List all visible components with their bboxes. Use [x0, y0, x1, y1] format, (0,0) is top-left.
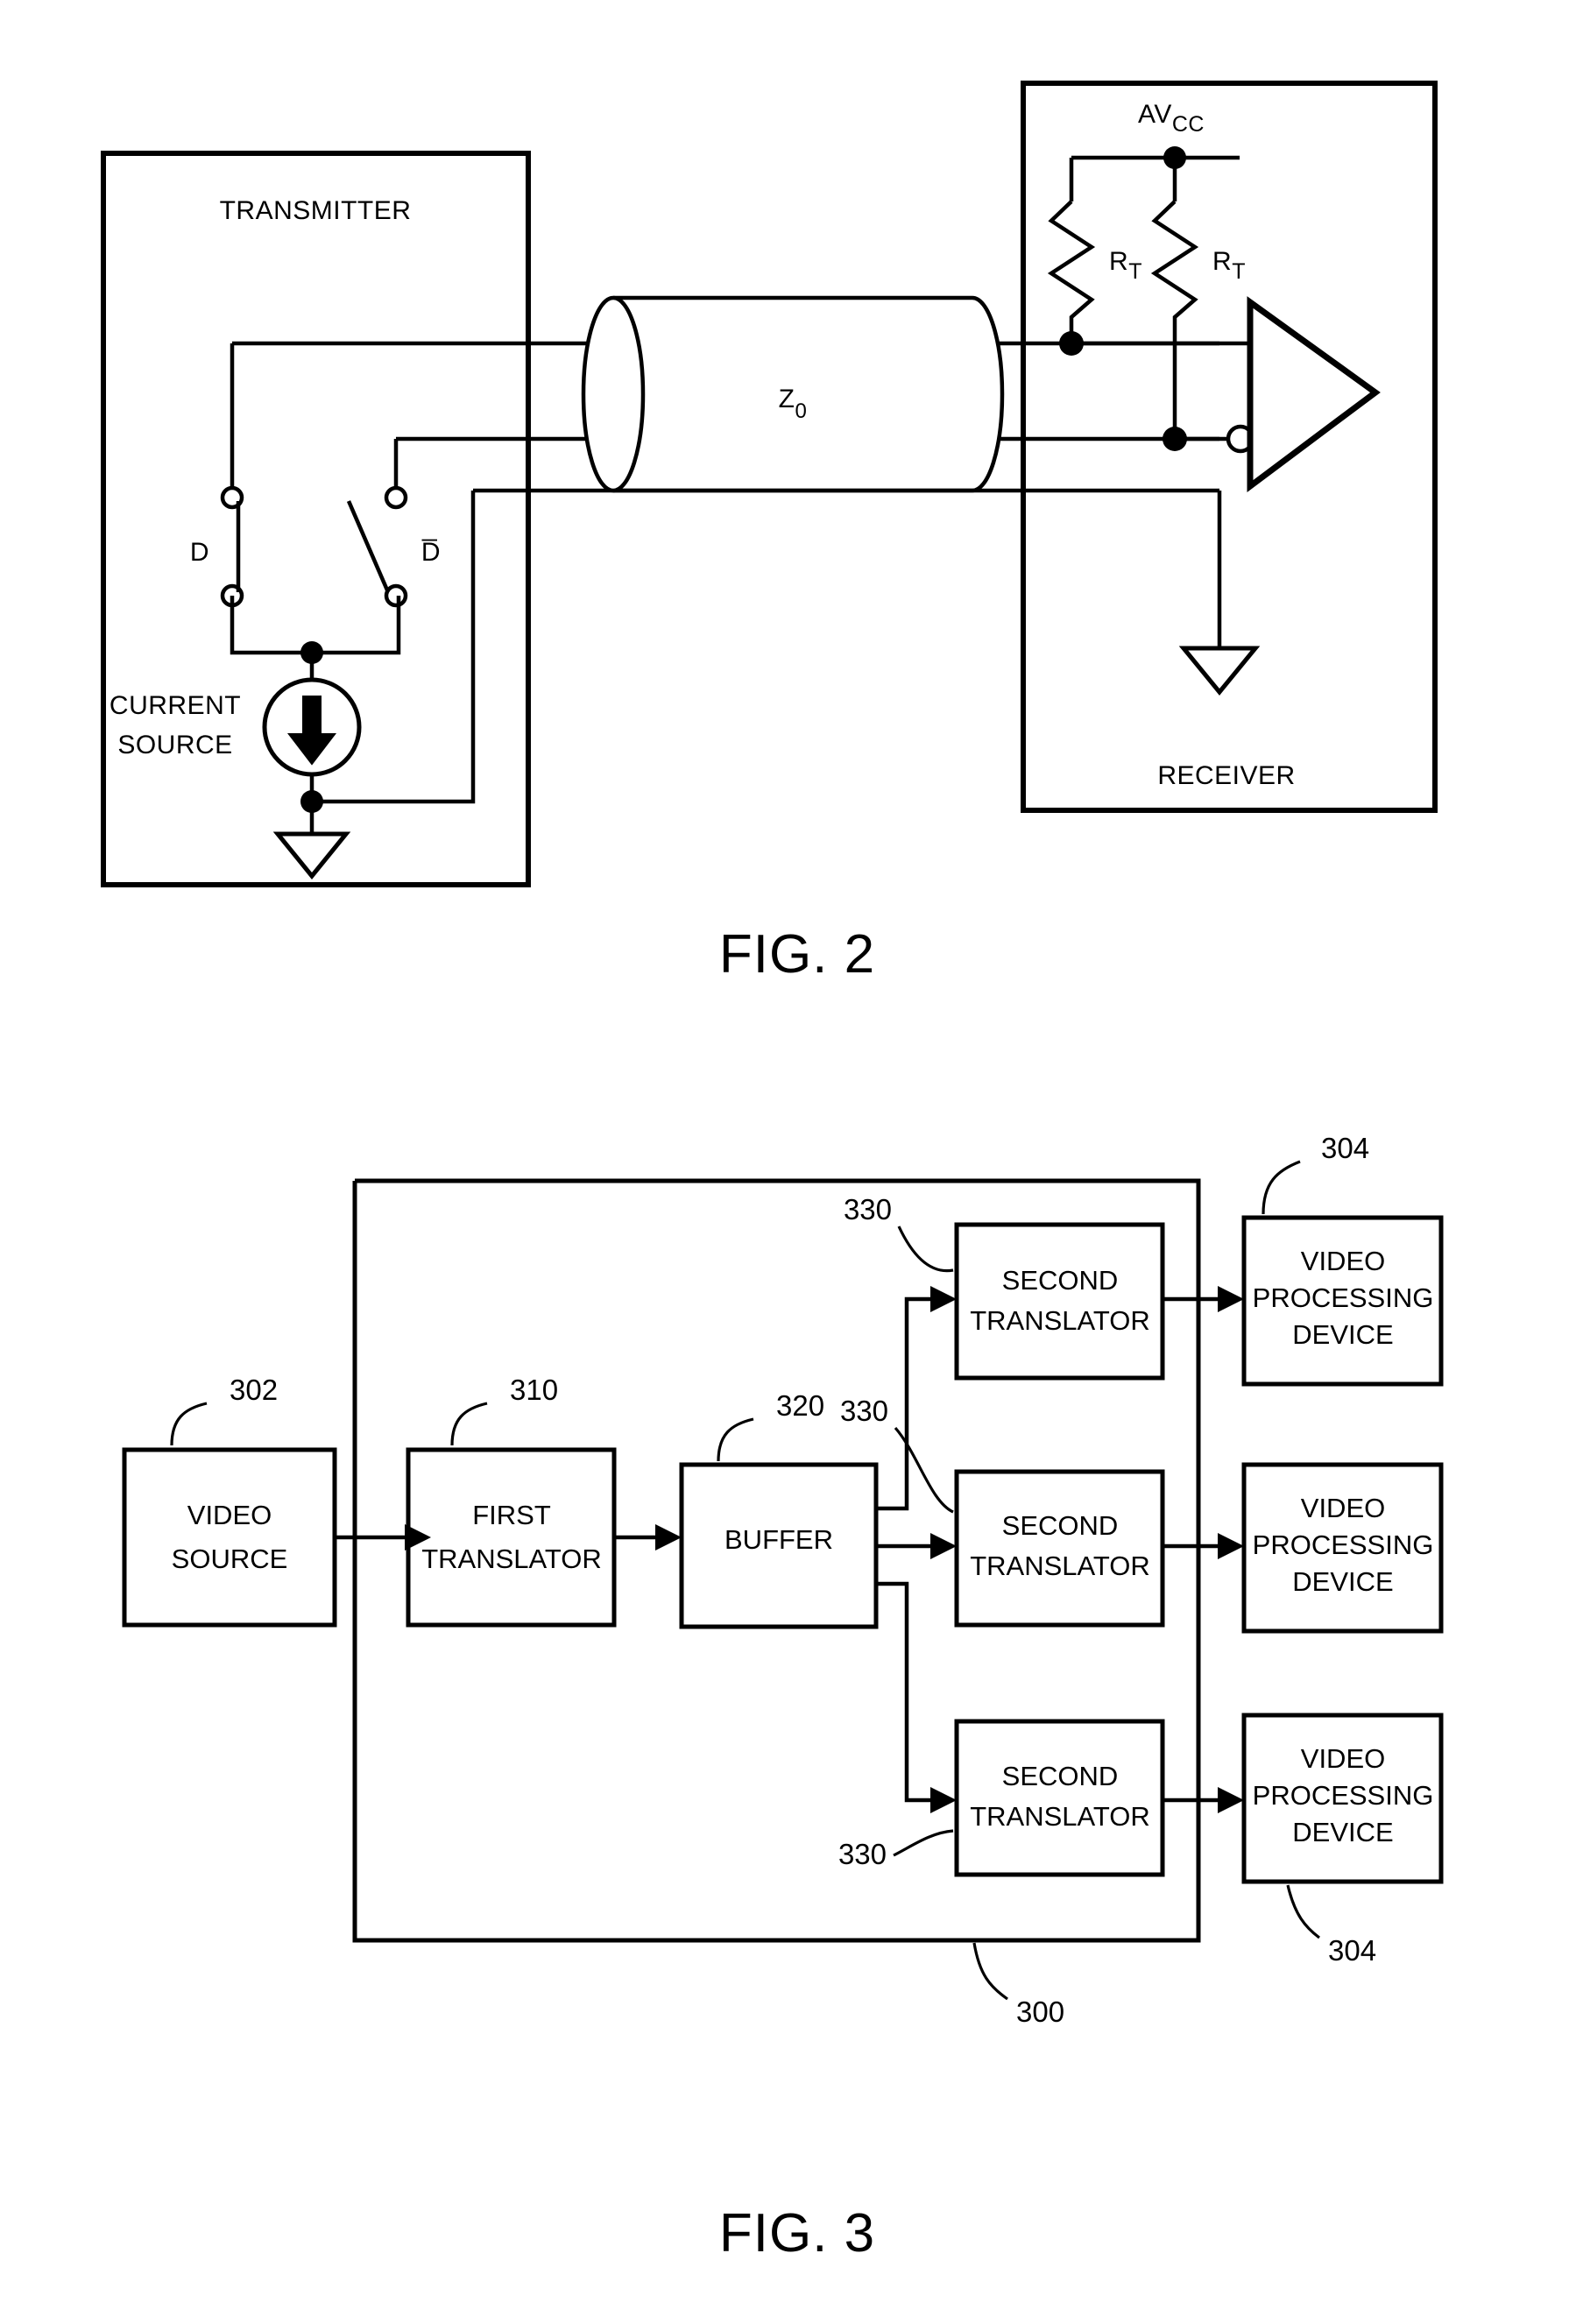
reference-330b: 330 [840, 1395, 888, 1427]
buffer-label: BUFFER [724, 1524, 833, 1555]
arrow-ft-to-buf-head [655, 1524, 682, 1551]
video-source-label-line1: VIDEO [187, 1500, 272, 1530]
vpd2-label-line3: DEVICE [1292, 1566, 1393, 1597]
second-translator-3-label-line1: SECOND [1002, 1761, 1119, 1791]
video-source-label-line2: SOURCE [172, 1543, 288, 1574]
vpd2-label-line2: PROCESSING [1253, 1529, 1434, 1560]
leader-304a [1262, 1160, 1301, 1215]
second-translator-1-label-line1: SECOND [1002, 1265, 1119, 1296]
leader-330a [897, 1226, 954, 1273]
reference-302: 302 [230, 1374, 278, 1406]
vpd1-label-line1: VIDEO [1301, 1246, 1385, 1276]
figure-3-block-diagram: VIDEO SOURCE 302 FIRST TRANSLATOR 310 BU… [122, 1132, 1444, 2264]
patent-drawing-sheet: TRANSMITTER D D̅ CURRENT SOURCE Z0 RECEI… [0, 0, 1569, 2324]
leader-310 [450, 1402, 488, 1446]
first-translator-box [406, 1447, 617, 1628]
second-translator-1-label-line2: TRANSLATOR [970, 1305, 1150, 1336]
reference-330c: 330 [838, 1838, 887, 1870]
arrow-head-st1 [930, 1286, 957, 1312]
second-translator-3-box [954, 1719, 1165, 1877]
figure-3-title: FIG. 3 [719, 2203, 875, 2264]
reference-304a: 304 [1321, 1132, 1369, 1164]
reference-300: 300 [1016, 1996, 1064, 2028]
second-translator-3-label-line2: TRANSLATOR [970, 1801, 1150, 1832]
second-translator-2-box [954, 1469, 1165, 1628]
arrow-head-st3 [930, 1787, 957, 1813]
vpd3-label-line1: VIDEO [1301, 1743, 1385, 1774]
second-translator-2-label-line2: TRANSLATOR [970, 1551, 1150, 1581]
first-translator-label-line2: TRANSLATOR [421, 1543, 602, 1574]
vpd3-label-line2: PROCESSING [1253, 1780, 1434, 1811]
arrow-head-st2 [930, 1533, 957, 1559]
vpd2-label-line1: VIDEO [1301, 1493, 1385, 1523]
vpd1-label-line3: DEVICE [1292, 1319, 1393, 1350]
second-translator-1-box [954, 1222, 1165, 1381]
reference-330a: 330 [844, 1193, 892, 1226]
leader-330b [894, 1426, 954, 1514]
vpd1-label-line2: PROCESSING [1253, 1282, 1434, 1313]
video-source-box [122, 1447, 337, 1628]
reference-320: 320 [776, 1389, 824, 1422]
branch-buffer-lower [876, 1581, 930, 1803]
leader-300 [972, 1942, 1008, 2001]
leader-330c [893, 1829, 954, 1857]
reference-304b: 304 [1328, 1934, 1376, 1967]
first-translator-label-line1: FIRST [472, 1500, 551, 1530]
arrow-st2-to-vpd2-head [1218, 1533, 1244, 1559]
reference-310: 310 [510, 1374, 558, 1406]
vpd3-label-line3: DEVICE [1292, 1817, 1393, 1847]
second-translator-2-label-line1: SECOND [1002, 1510, 1119, 1541]
leader-320 [717, 1417, 754, 1462]
arrow-st1-to-vpd1-head [1218, 1286, 1244, 1312]
leader-302 [170, 1402, 208, 1446]
arrow-st3-to-vpd3-head [1218, 1787, 1244, 1813]
leader-304b [1286, 1884, 1320, 1939]
